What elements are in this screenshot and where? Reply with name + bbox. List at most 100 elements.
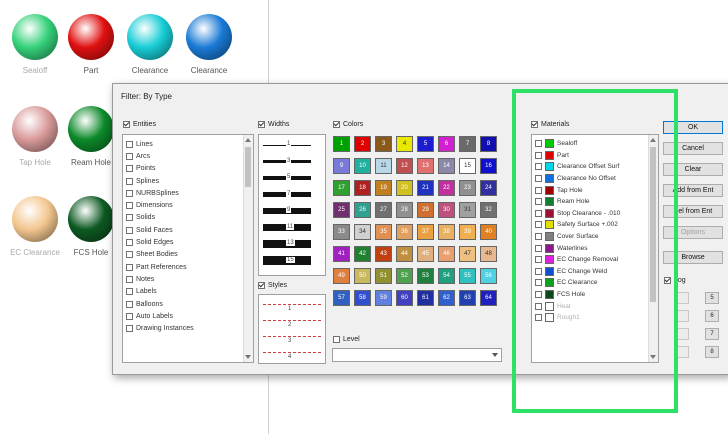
color-swatch[interactable]: 31	[459, 202, 476, 218]
material-checkbox[interactable]	[535, 291, 542, 299]
entity-item[interactable]: Lines	[126, 138, 194, 150]
scroll-down-icon[interactable]	[245, 355, 251, 359]
entity-item[interactable]: Dimensions	[126, 199, 194, 211]
color-swatch[interactable]: 35	[375, 224, 392, 240]
color-swatch[interactable]: 1	[333, 136, 350, 152]
entity-item[interactable]: Notes	[126, 273, 194, 285]
blank-number-button[interactable]	[675, 310, 689, 322]
material-item[interactable]: FCS Hole	[535, 289, 620, 301]
material-checkbox[interactable]	[535, 314, 542, 322]
material-item[interactable]: EC Change Weld	[535, 266, 620, 278]
material-ball-icon[interactable]	[68, 106, 114, 152]
styles-header[interactable]: Styles	[258, 282, 287, 289]
color-swatch[interactable]: 33	[333, 224, 350, 240]
widths-checkbox[interactable]	[258, 121, 265, 128]
color-swatch[interactable]: 13	[417, 158, 434, 174]
material-checkbox[interactable]	[535, 140, 542, 148]
chevron-down-icon[interactable]	[492, 353, 498, 357]
color-swatch[interactable]: 40	[480, 224, 497, 240]
color-swatch[interactable]: 2	[354, 136, 371, 152]
entity-checkbox[interactable]	[126, 140, 133, 148]
scroll-down-icon[interactable]	[650, 355, 656, 359]
entity-item[interactable]: Solid Faces	[126, 224, 194, 236]
color-swatch[interactable]: 37	[417, 224, 434, 240]
blank-number-button[interactable]	[675, 346, 689, 358]
material-checkbox[interactable]	[535, 267, 542, 275]
cancel-button[interactable]: Cancel	[663, 142, 723, 155]
entity-checkbox[interactable]	[126, 165, 133, 173]
color-swatch[interactable]: 46	[438, 246, 455, 262]
sel-from-ent-button[interactable]: Sel from Ent	[663, 205, 723, 218]
scroll-thumb[interactable]	[650, 147, 656, 302]
entity-item[interactable]: Solids	[126, 212, 194, 224]
entity-checkbox[interactable]	[126, 177, 133, 185]
color-swatch[interactable]: 43	[375, 246, 392, 262]
entity-item[interactable]: Auto Labels	[126, 310, 194, 322]
entity-item[interactable]: Labels	[126, 286, 194, 298]
material-checkbox[interactable]	[535, 175, 542, 183]
color-swatch[interactable]: 45	[417, 246, 434, 262]
entity-checkbox[interactable]	[126, 189, 133, 197]
color-swatch[interactable]: 34	[354, 224, 371, 240]
color-swatch[interactable]: 4	[396, 136, 413, 152]
color-swatch[interactable]: 30	[438, 202, 455, 218]
color-swatch[interactable]: 47	[459, 246, 476, 262]
color-swatch[interactable]: 62	[438, 290, 455, 306]
style-line[interactable]	[263, 304, 321, 305]
entity-item[interactable]: Splines	[126, 175, 194, 187]
color-swatch[interactable]: 10	[354, 158, 371, 174]
color-swatch[interactable]: 54	[438, 268, 455, 284]
entities-header[interactable]: Entities	[123, 121, 156, 128]
material-checkbox[interactable]	[535, 279, 542, 287]
entity-item[interactable]: Part References	[126, 261, 194, 273]
entity-item[interactable]: Sheet Bodies	[126, 249, 194, 261]
material-item[interactable]: Tap Hole	[535, 184, 620, 196]
color-swatch[interactable]: 15	[459, 158, 476, 174]
entity-item[interactable]: NURBSplines	[126, 187, 194, 199]
entity-checkbox[interactable]	[126, 263, 133, 271]
material-item[interactable]: EC Change Removal	[535, 254, 620, 266]
entity-checkbox[interactable]	[126, 239, 133, 247]
material-item[interactable]: Part	[535, 150, 620, 162]
color-swatch[interactable]: 41	[333, 246, 350, 262]
material-ball-icon[interactable]	[127, 14, 173, 60]
material-ball-icon[interactable]	[68, 14, 114, 60]
add-from-ent-button[interactable]: Add from Ent	[663, 184, 723, 197]
color-swatch[interactable]: 28	[396, 202, 413, 218]
color-swatch[interactable]: 23	[459, 180, 476, 196]
material-ball-icon[interactable]	[186, 14, 232, 60]
material-checkbox[interactable]	[535, 302, 542, 310]
color-swatch[interactable]: 18	[354, 180, 371, 196]
color-swatch[interactable]: 39	[459, 224, 476, 240]
entity-item[interactable]: Arcs	[126, 150, 194, 162]
material-item[interactable]: Safety Surface +.002	[535, 219, 620, 231]
options-button[interactable]: Options	[663, 226, 723, 239]
color-swatch[interactable]: 51	[375, 268, 392, 284]
level-select[interactable]	[332, 348, 502, 362]
color-swatch[interactable]: 26	[354, 202, 371, 218]
color-swatch[interactable]: 58	[354, 290, 371, 306]
material-item[interactable]: Rough1	[535, 312, 620, 324]
scroll-thumb[interactable]	[245, 147, 251, 187]
entities-scrollbar[interactable]	[243, 135, 253, 362]
color-swatch[interactable]: 22	[438, 180, 455, 196]
color-swatch[interactable]: 21	[417, 180, 434, 196]
style-line[interactable]	[263, 336, 321, 337]
color-swatch[interactable]: 27	[375, 202, 392, 218]
material-checkbox[interactable]	[535, 221, 542, 229]
color-swatch[interactable]: 3	[375, 136, 392, 152]
materials-scrollbar[interactable]	[648, 135, 658, 362]
log-header[interactable]: Log	[664, 277, 686, 284]
color-swatch[interactable]: 53	[417, 268, 434, 284]
level-checkbox[interactable]	[333, 336, 340, 343]
colors-header[interactable]: Colors	[333, 121, 363, 128]
entity-checkbox[interactable]	[126, 152, 133, 160]
material-checkbox[interactable]	[535, 163, 542, 171]
color-swatch[interactable]: 29	[417, 202, 434, 218]
color-swatch[interactable]: 9	[333, 158, 350, 174]
entity-checkbox[interactable]	[126, 214, 133, 222]
material-item[interactable]: EC Clearance	[535, 277, 620, 289]
material-item[interactable]: Cover Surface	[535, 231, 620, 243]
scroll-up-icon[interactable]	[650, 138, 656, 142]
widths-header[interactable]: Widths	[258, 121, 289, 128]
